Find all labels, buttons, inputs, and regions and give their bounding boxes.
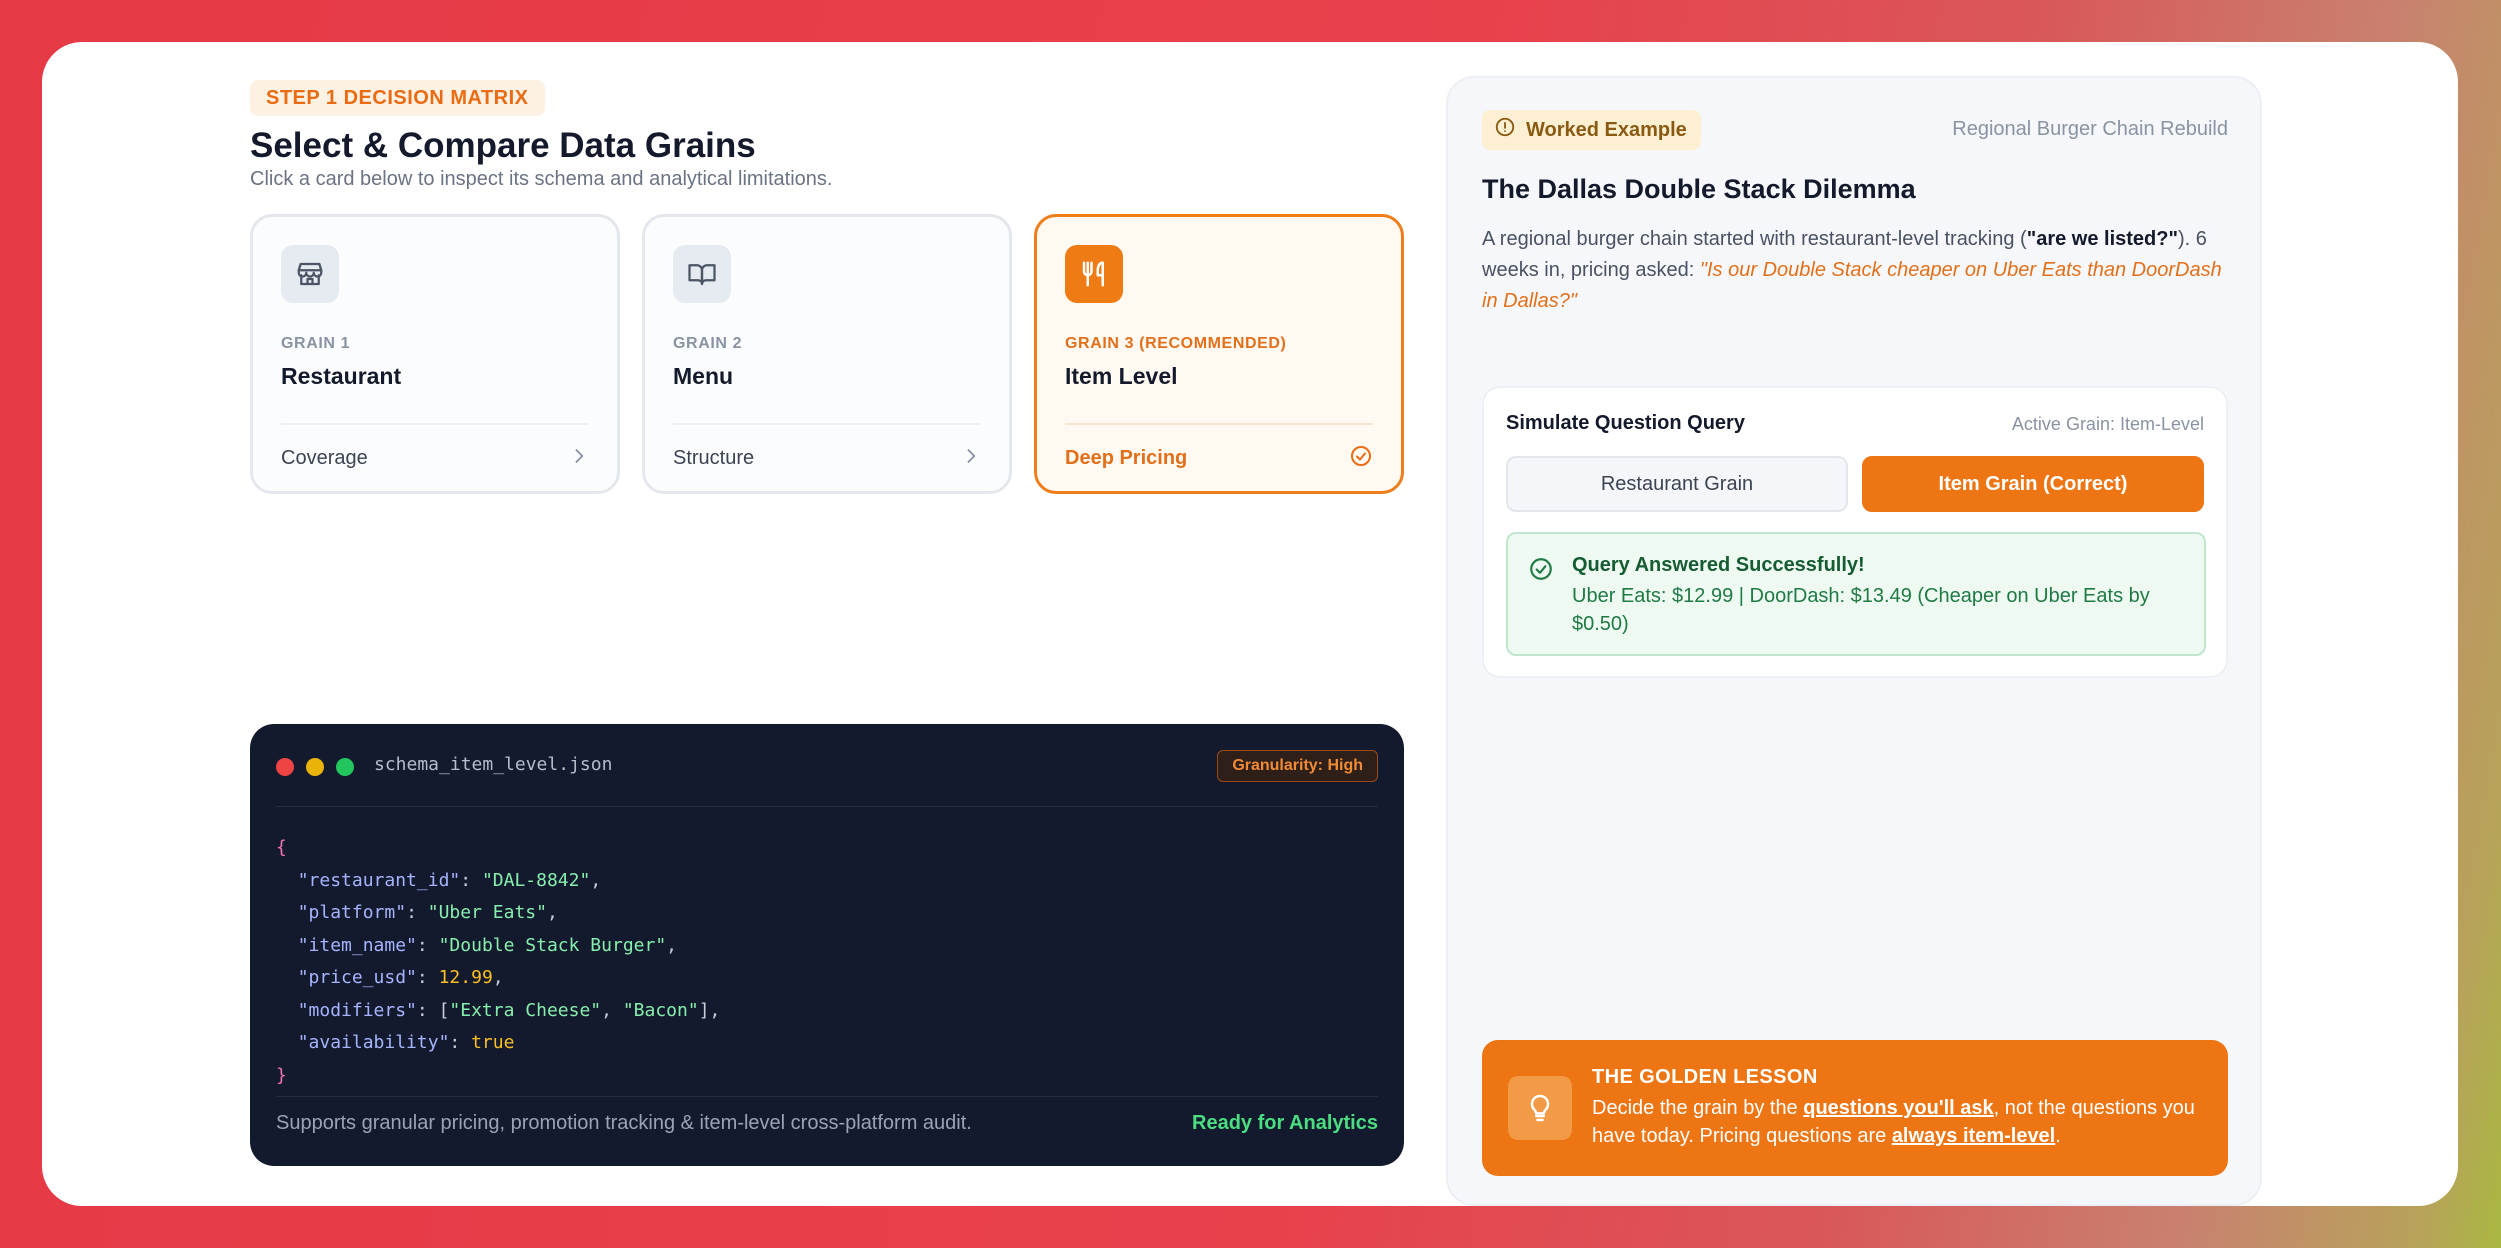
code-footer-divider — [276, 1096, 1378, 1097]
card-title: Restaurant — [281, 363, 402, 389]
step-label: STEP 1 DECISION MATRIX — [250, 80, 545, 116]
book-icon — [673, 245, 731, 303]
utensils-icon — [1065, 245, 1123, 303]
chevron-right-icon — [569, 446, 589, 471]
code-body: { "restaurant_id": "DAL-8842", "platform… — [276, 837, 721, 1086]
main-frame: STEP 1 DECISION MATRIX Select & Compare … — [42, 42, 2458, 1206]
minimize-dot-icon — [306, 758, 324, 776]
granularity-badge: Granularity: High — [1217, 750, 1378, 782]
page-title: Select & Compare Data Grains — [250, 126, 756, 165]
success-title: Query Answered Successfully! — [1572, 554, 1865, 576]
grain-card-item-level[interactable]: GRAIN 3 (RECOMMENDED) Item Level Deep Pr… — [1034, 214, 1404, 494]
card-foot-label: Coverage — [281, 446, 368, 469]
case-description: A regional burger chain started with res… — [1482, 228, 2222, 312]
worked-example-label: Worked Example — [1526, 118, 1687, 141]
card-title: Item Level — [1065, 363, 1178, 389]
item-grain-button[interactable]: Item Grain (Correct) — [1862, 456, 2204, 512]
code-filename: schema_item_level.json — [374, 754, 613, 775]
lightbulb-icon — [1508, 1076, 1572, 1140]
worked-example-panel: Worked Example Regional Burger Chain Reb… — [1446, 76, 2262, 1206]
card-grain-label: GRAIN 3 (RECOMMENDED) — [1065, 335, 1287, 352]
active-grain-label: Active Grain: Item-Level — [2011, 414, 2204, 434]
lesson-text: Decide the grain by the questions you'll… — [1592, 1097, 2195, 1147]
window-controls — [276, 758, 354, 776]
grain-card-menu[interactable]: GRAIN 2 Menu Structure — [642, 214, 1012, 494]
grain-card-restaurant[interactable]: GRAIN 1 Restaurant Coverage — [250, 214, 620, 494]
restaurant-grain-button[interactable]: Restaurant Grain — [1506, 456, 1848, 512]
info-icon — [1494, 116, 1516, 144]
page-subtitle: Click a card below to inspect its schema… — [250, 168, 833, 190]
code-footer-text: Supports granular pricing, promotion tra… — [276, 1112, 972, 1134]
lesson-title: THE GOLDEN LESSON — [1592, 1066, 1818, 1088]
case-title: The Dallas Double Stack Dilemma — [1482, 174, 1916, 204]
card-divider — [673, 423, 981, 425]
card-grain-label: GRAIN 2 — [673, 335, 743, 352]
code-divider — [276, 806, 1378, 807]
card-grain-label: GRAIN 1 — [281, 335, 351, 352]
simulator-title: Simulate Question Query — [1506, 412, 1745, 434]
card-divider — [1065, 423, 1373, 425]
close-dot-icon — [276, 758, 294, 776]
card-foot-label: Deep Pricing — [1065, 446, 1188, 469]
ready-status: Ready for Analytics — [1192, 1112, 1378, 1134]
store-icon — [281, 245, 339, 303]
worked-example-badge: Worked Example — [1482, 110, 1701, 150]
grain-cards: GRAIN 1 Restaurant Coverage GRAIN 2 Menu… — [250, 214, 1404, 494]
example-context: Regional Burger Chain Rebuild — [1952, 118, 2228, 140]
maximize-dot-icon — [336, 758, 354, 776]
query-simulator: Simulate Question Query Active Grain: It… — [1482, 386, 2228, 678]
golden-lesson: THE GOLDEN LESSON Decide the grain by th… — [1482, 1040, 2228, 1176]
chevron-right-icon — [961, 446, 981, 471]
card-title: Menu — [673, 363, 734, 389]
success-message: Query Answered Successfully! Uber Eats: … — [1506, 532, 2206, 656]
card-divider — [281, 423, 589, 425]
schema-code-panel: schema_item_level.json Granularity: High… — [250, 724, 1404, 1166]
card-foot-label: Structure — [673, 446, 755, 469]
check-circle-icon — [1528, 556, 1554, 587]
check-circle-icon — [1349, 444, 1373, 473]
success-detail: Uber Eats: $12.99 | DoorDash: $13.49 (Ch… — [1572, 585, 2150, 635]
